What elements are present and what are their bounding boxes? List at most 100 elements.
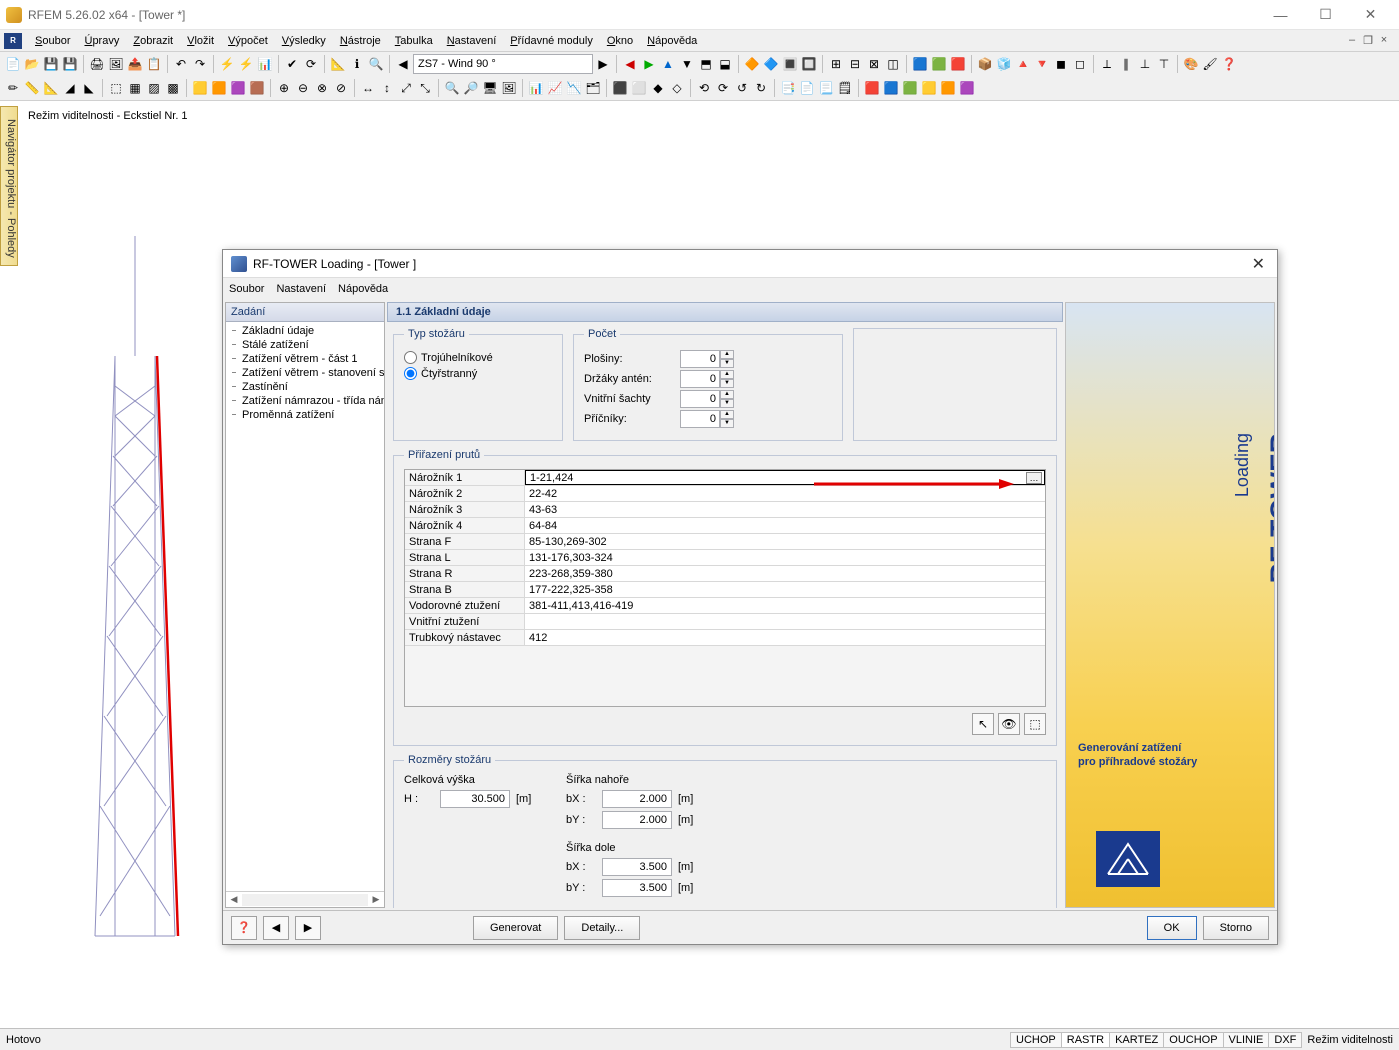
tb2-12[interactable]: 🟪 xyxy=(229,79,247,97)
new-button[interactable]: 📄 xyxy=(4,55,22,73)
bx-top-input[interactable] xyxy=(602,790,672,808)
tb2-3[interactable]: 📐 xyxy=(42,79,60,97)
calc2-button[interactable]: ⚡ xyxy=(237,55,255,73)
tb-c3[interactable]: ⊠ xyxy=(865,55,883,73)
tb-f3[interactable]: ⊥ xyxy=(1136,55,1154,73)
tb2-34[interactable]: ⟲ xyxy=(695,79,713,97)
tb2-5[interactable]: ◣ xyxy=(80,79,98,97)
tb-c1[interactable]: ⊞ xyxy=(827,55,845,73)
spin-up-button[interactable]: ▲ xyxy=(720,390,734,399)
tb-a4[interactable]: ▼ xyxy=(678,55,696,73)
dialog-menu-item[interactable]: Soubor xyxy=(229,283,264,295)
table-row[interactable]: Nárožník 343-63 xyxy=(405,502,1045,518)
printpreview-button[interactable]: 🖼 xyxy=(107,55,125,73)
tb-g1[interactable]: 🎨 xyxy=(1182,55,1200,73)
menu-item[interactable]: Okno xyxy=(600,33,640,49)
loadcase-combo[interactable]: ZS7 - Wind 90 ° xyxy=(413,54,593,74)
bx-bot-input[interactable] xyxy=(602,858,672,876)
tree-item[interactable]: Proměnná zatížení xyxy=(226,408,384,422)
tb2-7[interactable]: ▦ xyxy=(126,79,144,97)
tb-e3[interactable]: 🔺 xyxy=(1014,55,1032,73)
status-toggle[interactable]: VLINIE xyxy=(1223,1032,1270,1048)
tb-f2[interactable]: ∥ xyxy=(1117,55,1135,73)
tb2-25[interactable]: 🖼 xyxy=(500,79,518,97)
status-toggle[interactable]: DXF xyxy=(1268,1032,1302,1048)
grid-view-button[interactable]: 👁 xyxy=(998,713,1020,735)
table-row[interactable]: Strana L131-176,303-324 xyxy=(405,550,1045,566)
table-row[interactable]: Vodorovné ztužení381-411,413,416-419 xyxy=(405,598,1045,614)
menu-item[interactable]: Vložit xyxy=(180,33,221,49)
undo-button[interactable]: ↶ xyxy=(172,55,190,73)
tb2-16[interactable]: ⊗ xyxy=(313,79,331,97)
menu-item[interactable]: Přídavné moduly xyxy=(503,33,600,49)
spin-down-button[interactable]: ▼ xyxy=(720,379,734,388)
tb-c2[interactable]: ⊟ xyxy=(846,55,864,73)
tb-f4[interactable]: ⊤ xyxy=(1155,55,1173,73)
redo-button[interactable]: ↷ xyxy=(191,55,209,73)
tb-a6[interactable]: ⬓ xyxy=(716,55,734,73)
tb2-1[interactable]: ✏ xyxy=(4,79,22,97)
tb2-2[interactable]: 📏 xyxy=(23,79,41,97)
type-triangular-radio[interactable] xyxy=(404,351,417,364)
table-row[interactable]: Strana B177-222,325-358 xyxy=(405,582,1045,598)
tb2-9[interactable]: ▩ xyxy=(164,79,182,97)
table-row[interactable]: Nárožník 464-84 xyxy=(405,518,1045,534)
results-button[interactable]: 📊 xyxy=(256,55,274,73)
tb-b1[interactable]: 🔶 xyxy=(743,55,761,73)
menu-item[interactable]: Soubor xyxy=(28,33,77,49)
tb2-20[interactable]: ⤢ xyxy=(397,79,415,97)
ok-button[interactable]: OK xyxy=(1147,916,1197,940)
tb-e1[interactable]: 📦 xyxy=(976,55,994,73)
tb-e2[interactable]: 🧊 xyxy=(995,55,1013,73)
tb2-8[interactable]: ▨ xyxy=(145,79,163,97)
spin-up-button[interactable]: ▲ xyxy=(720,370,734,379)
menu-item[interactable]: Úpravy xyxy=(77,33,126,49)
navigator-tab[interactable]: Navigátor projektu - Pohledy xyxy=(0,106,18,266)
tb2-18[interactable]: ↔ xyxy=(359,79,377,97)
tb2-40[interactable]: 📃 xyxy=(817,79,835,97)
maximize-button[interactable]: ☐ xyxy=(1303,0,1348,30)
tb-c4[interactable]: ◫ xyxy=(884,55,902,73)
mdi-close-icon[interactable]: × xyxy=(1377,34,1391,47)
spin-up-button[interactable]: ▲ xyxy=(720,410,734,419)
assignment-grid[interactable]: Nárožník 11-21,424…Nárožník 222-42Nárožn… xyxy=(404,469,1046,707)
tb2-24[interactable]: 🖥 xyxy=(481,79,499,97)
table-row[interactable]: Nárožník 222-42 xyxy=(405,486,1045,502)
tb-a5[interactable]: ⬒ xyxy=(697,55,715,73)
lc-prev-button[interactable]: ◀ xyxy=(394,55,412,73)
tb-a2[interactable]: ▶ xyxy=(640,55,658,73)
tb-g2[interactable]: 🖌 xyxy=(1201,55,1219,73)
regen-button[interactable]: ⟳ xyxy=(302,55,320,73)
tree-item[interactable]: Základní údaje xyxy=(226,324,384,338)
grid-pick-button[interactable]: ↖ xyxy=(972,713,994,735)
calc-button[interactable]: ⚡ xyxy=(218,55,236,73)
tb2-36[interactable]: ↺ xyxy=(733,79,751,97)
dialog-close-button[interactable]: ✕ xyxy=(1248,254,1269,274)
menu-item[interactable]: Výsledky xyxy=(275,33,333,49)
tb2-30[interactable]: ⬛ xyxy=(611,79,629,97)
menu-item[interactable]: Nástroje xyxy=(333,33,388,49)
measure-button[interactable]: 📐 xyxy=(329,55,347,73)
tb2-17[interactable]: ⊘ xyxy=(332,79,350,97)
lc-next-button[interactable]: ▶ xyxy=(594,55,612,73)
check-button[interactable]: ✔ xyxy=(283,55,301,73)
tree-item[interactable]: Zatížení námrazou - třída námrazy xyxy=(226,394,384,408)
tb2-43[interactable]: 🟦 xyxy=(882,79,900,97)
tb2-41[interactable]: 🗒 xyxy=(836,79,854,97)
dialog-menu-item[interactable]: Nastavení xyxy=(276,283,326,295)
tb2-46[interactable]: 🟧 xyxy=(939,79,957,97)
tb2-23[interactable]: 🔎 xyxy=(462,79,480,97)
tb-a3[interactable]: ▲ xyxy=(659,55,677,73)
menu-item[interactable]: Zobrazit xyxy=(126,33,180,49)
close-button[interactable]: ✕ xyxy=(1348,0,1393,30)
tb-e4[interactable]: 🔻 xyxy=(1033,55,1051,73)
tb-d2[interactable]: 🟩 xyxy=(930,55,948,73)
help-tool-button[interactable]: ❓ xyxy=(231,916,257,940)
tb2-11[interactable]: 🟧 xyxy=(210,79,228,97)
by-bot-input[interactable] xyxy=(602,879,672,897)
next-tool-button[interactable]: ▶ xyxy=(295,916,321,940)
tb-d1[interactable]: 🟦 xyxy=(911,55,929,73)
tb2-21[interactable]: ⤡ xyxy=(416,79,434,97)
tb2-39[interactable]: 📄 xyxy=(798,79,816,97)
table-row[interactable]: Strana R223-268,359-380 xyxy=(405,566,1045,582)
